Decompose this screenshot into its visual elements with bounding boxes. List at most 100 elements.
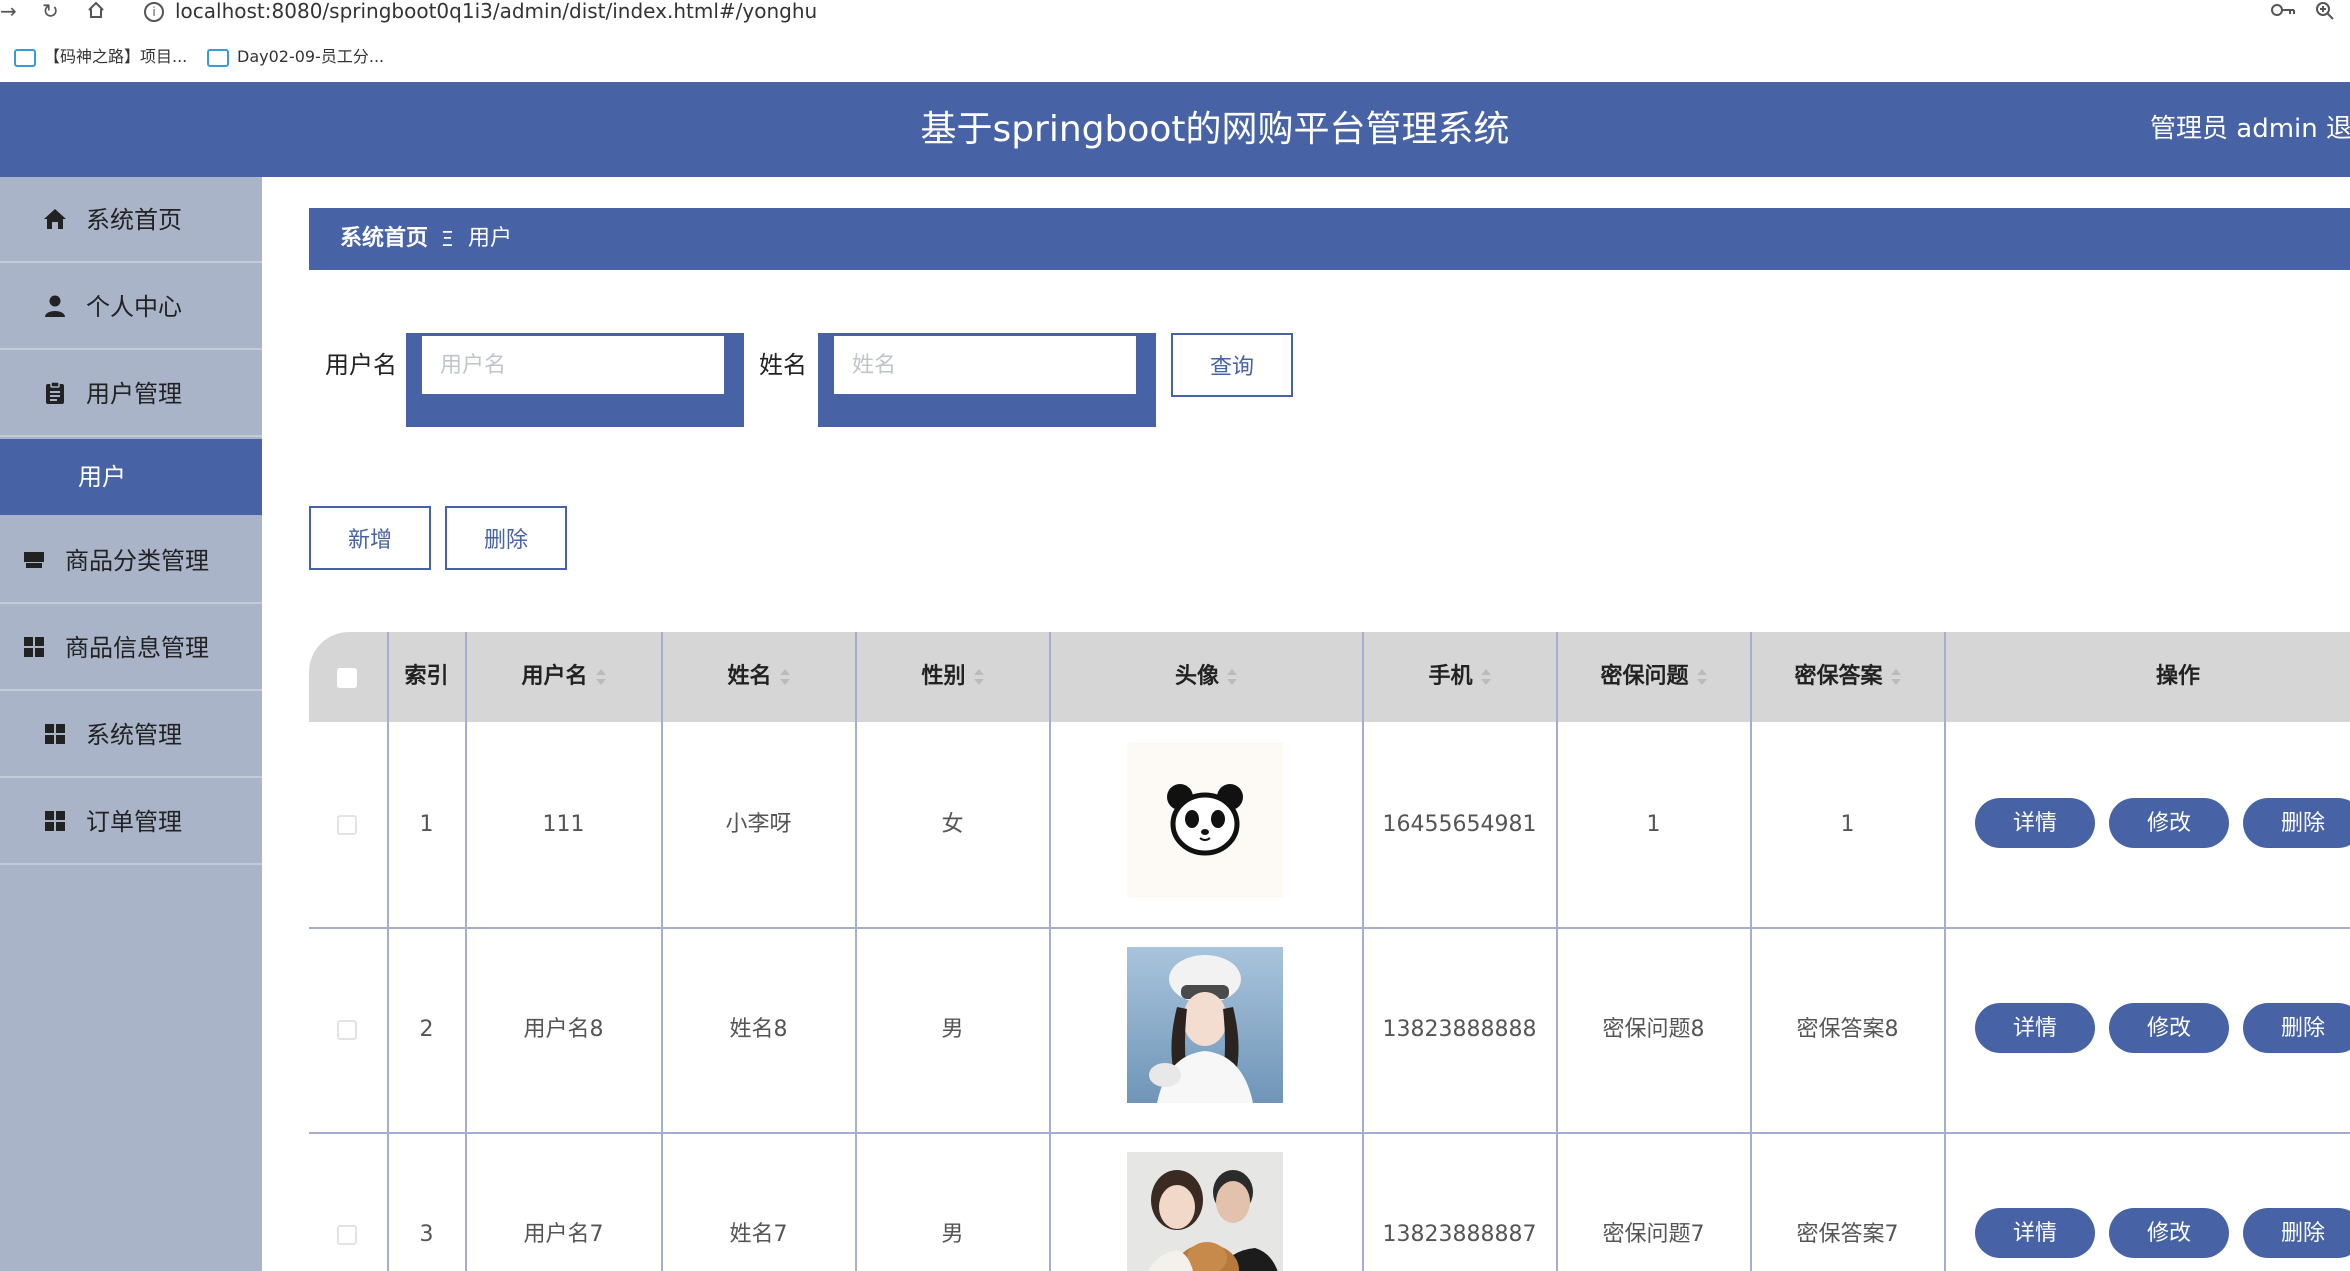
avatar-image-photo bbox=[1127, 947, 1283, 1103]
column-divider bbox=[1362, 632, 1364, 1271]
key-icon[interactable] bbox=[2270, 0, 2296, 25]
column-header-name[interactable]: 姓名 bbox=[662, 632, 855, 722]
sidebar-item-user-management[interactable]: 用户管理 bbox=[0, 351, 262, 437]
cell-answer: 1 bbox=[1840, 812, 1855, 837]
sidebar-item-home[interactable]: 系统首页 bbox=[0, 177, 262, 263]
username-field-wrapper bbox=[406, 333, 744, 427]
row-checkbox[interactable] bbox=[337, 1225, 357, 1245]
username-input[interactable] bbox=[422, 336, 724, 394]
edit-button[interactable]: 修改 bbox=[2109, 798, 2229, 848]
person-icon bbox=[45, 295, 65, 317]
bookmark-label: Day02-09-员工分... bbox=[237, 47, 385, 66]
row-checkbox[interactable] bbox=[337, 815, 357, 835]
sidebar: 系统首页 个人中心 用户管理 用户 商品分类管理 商品信息管理 系统管理 订单管… bbox=[0, 177, 262, 1271]
sidebar-item-label: 用户 bbox=[78, 463, 126, 491]
cell-index: 1 bbox=[419, 812, 434, 837]
detail-button[interactable]: 详情 bbox=[1975, 1208, 2095, 1258]
select-all-checkbox[interactable] bbox=[337, 668, 357, 688]
column-label: 操作 bbox=[2155, 664, 2200, 689]
column-header-index: 索引 bbox=[388, 632, 465, 722]
column-header-question[interactable]: 密保问题 bbox=[1557, 632, 1750, 722]
cell-index: 3 bbox=[419, 1222, 434, 1247]
column-divider bbox=[1556, 632, 1558, 1271]
bookmark-2[interactable]: Day02-09-员工分... bbox=[207, 47, 384, 67]
column-label: 索引 bbox=[404, 664, 449, 689]
cell-gender: 男 bbox=[941, 1017, 964, 1042]
sidebar-item-order-management[interactable]: 订单管理 bbox=[0, 779, 262, 865]
sort-icon[interactable] bbox=[1890, 667, 1901, 687]
grid-icon bbox=[45, 724, 65, 744]
cell-gender: 女 bbox=[941, 812, 964, 837]
bilibili-icon bbox=[14, 48, 36, 67]
zoom-icon[interactable] bbox=[2314, 0, 2336, 27]
name-field-wrapper bbox=[818, 333, 1156, 427]
query-button[interactable]: 查询 bbox=[1171, 333, 1293, 397]
column-header-answer[interactable]: 密保答案 bbox=[1751, 632, 1944, 722]
cell-phone: 16455654981 bbox=[1382, 812, 1537, 837]
delete-button[interactable]: 删除 bbox=[2243, 1003, 2350, 1053]
delete-button[interactable]: 删除 bbox=[2243, 798, 2350, 848]
user-info[interactable]: 管理员 admin 退 bbox=[2150, 82, 2350, 177]
cell-username: 111 bbox=[542, 812, 585, 837]
row-checkbox[interactable] bbox=[337, 1020, 357, 1040]
column-header-username[interactable]: 用户名 bbox=[466, 632, 661, 722]
clipboard-icon bbox=[46, 381, 64, 404]
edit-button[interactable]: 修改 bbox=[2109, 1003, 2229, 1053]
column-header-gender[interactable]: 性别 bbox=[856, 632, 1049, 722]
row-divider bbox=[309, 927, 2350, 929]
name-label: 姓名 bbox=[759, 351, 807, 379]
home-icon[interactable] bbox=[86, 0, 106, 24]
sort-icon[interactable] bbox=[779, 667, 790, 687]
column-label: 性别 bbox=[921, 664, 966, 689]
cell-phone: 13823888888 bbox=[1382, 1017, 1537, 1042]
back-icon[interactable]: → bbox=[0, 0, 17, 22]
batch-delete-button[interactable]: 删除 bbox=[445, 506, 567, 570]
grid-icon bbox=[24, 637, 44, 657]
detail-button[interactable]: 详情 bbox=[1975, 798, 2095, 848]
sidebar-item-profile[interactable]: 个人中心 bbox=[0, 264, 262, 350]
column-divider bbox=[1049, 632, 1051, 1271]
browser-toolbar: → ↻ i localhost:8080/springboot0q1i3/adm… bbox=[0, 0, 2350, 26]
column-label: 姓名 bbox=[727, 664, 772, 689]
home-icon bbox=[44, 209, 66, 229]
cell-index: 2 bbox=[419, 1017, 434, 1042]
sidebar-item-system-management[interactable]: 系统管理 bbox=[0, 692, 262, 778]
delete-button[interactable]: 删除 bbox=[2243, 1208, 2350, 1258]
address-bar[interactable]: localhost:8080/springboot0q1i3/admin/dis… bbox=[175, 0, 817, 22]
bilibili-icon bbox=[207, 48, 229, 67]
column-header-avatar[interactable]: 头像 bbox=[1050, 632, 1362, 722]
sidebar-item-product-management[interactable]: 商品信息管理 bbox=[0, 605, 262, 691]
sidebar-subitem-user[interactable]: 用户 bbox=[0, 439, 262, 515]
sort-icon[interactable] bbox=[1227, 667, 1237, 687]
sort-icon[interactable] bbox=[1480, 667, 1491, 687]
column-divider bbox=[465, 632, 467, 1271]
sort-icon[interactable] bbox=[973, 667, 984, 687]
breadcrumb-home[interactable]: 系统首页 bbox=[340, 208, 428, 270]
breadcrumb-separator: Ξ bbox=[441, 227, 454, 251]
sort-icon[interactable] bbox=[1696, 667, 1707, 687]
column-header-actions: 操作 bbox=[1945, 632, 2350, 722]
add-button[interactable]: 新增 bbox=[309, 506, 431, 570]
edit-button[interactable]: 修改 bbox=[2109, 1208, 2229, 1258]
column-header-phone[interactable]: 手机 bbox=[1363, 632, 1556, 722]
column-divider bbox=[1944, 632, 1946, 1271]
name-input[interactable] bbox=[834, 336, 1136, 394]
site-info-icon[interactable]: i bbox=[144, 2, 164, 22]
breadcrumb-current: 用户 bbox=[468, 226, 513, 251]
bookmark-1[interactable]: 【码神之路】项目... bbox=[14, 47, 187, 67]
detail-button[interactable]: 详情 bbox=[1975, 1003, 2095, 1053]
cell-answer: 密保答案8 bbox=[1796, 1017, 1899, 1042]
cell-name: 小李呀 bbox=[725, 812, 792, 837]
cell-username: 用户名7 bbox=[523, 1222, 604, 1247]
reload-icon[interactable]: ↻ bbox=[42, 0, 59, 22]
sort-icon[interactable] bbox=[595, 667, 606, 687]
column-divider bbox=[387, 632, 389, 1271]
store-icon bbox=[24, 552, 44, 568]
app-title: 基于springboot的网购平台管理系统 bbox=[920, 109, 1510, 150]
username-label: 用户名 bbox=[325, 351, 397, 379]
sidebar-item-category-management[interactable]: 商品分类管理 bbox=[0, 518, 262, 604]
bookmark-label: 【码神之路】项目... bbox=[44, 47, 188, 66]
sidebar-item-label: 订单管理 bbox=[86, 808, 182, 836]
avatar-image-panda bbox=[1127, 742, 1283, 898]
column-label: 头像 bbox=[1174, 664, 1219, 689]
